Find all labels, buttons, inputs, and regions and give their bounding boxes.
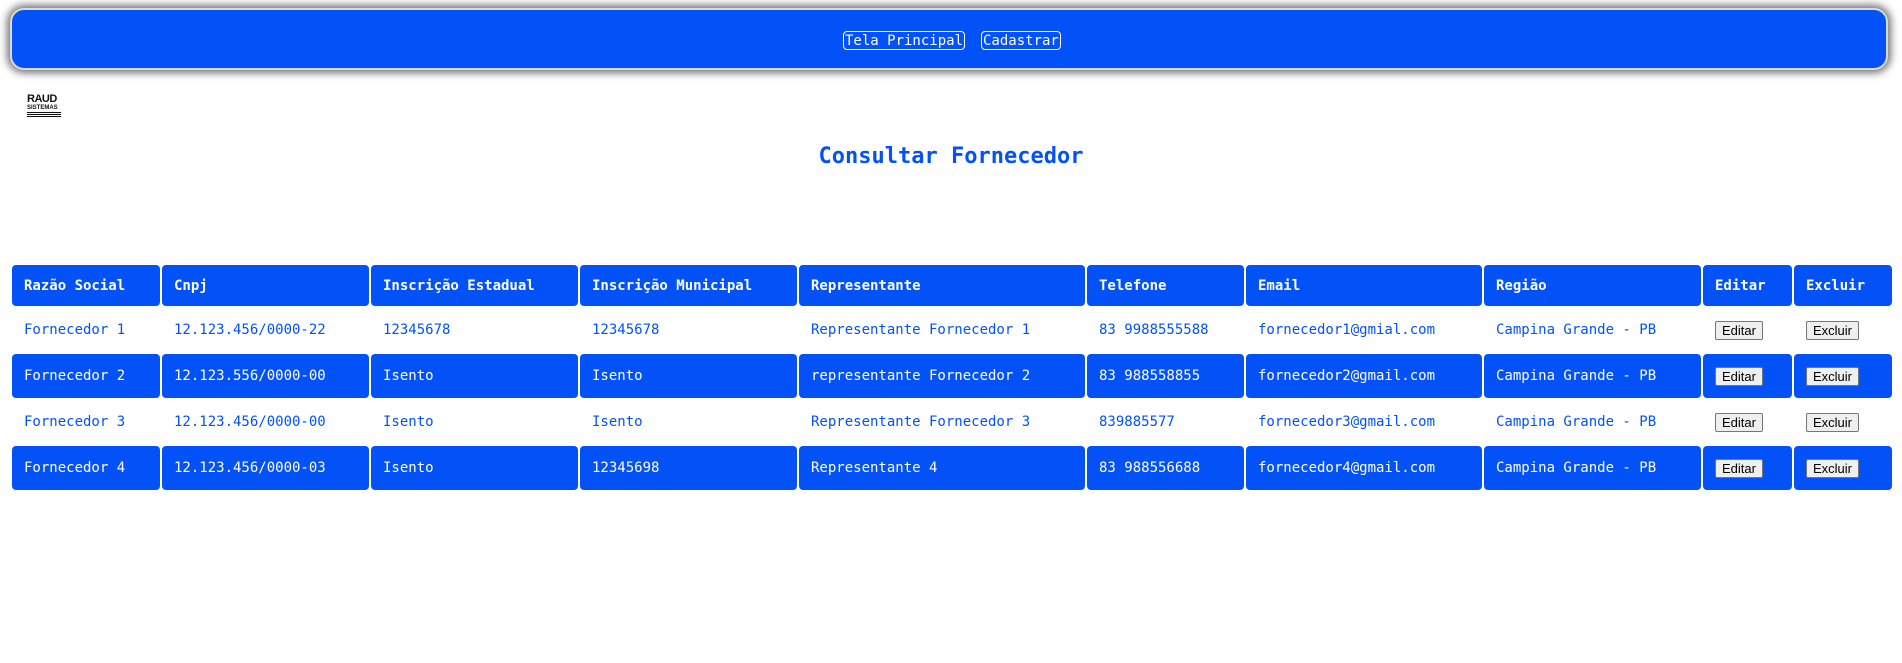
cell-representante: Representante Fornecedor 3 (799, 400, 1085, 444)
home-button[interactable]: Tela Principal (843, 31, 966, 50)
cell-inscricao-municipal: Isento (580, 400, 797, 444)
cell-razao-social: Fornecedor 3 (12, 400, 160, 444)
cell-telefone: 839885577 (1087, 400, 1244, 444)
cell-representante: Representante Fornecedor 1 (799, 308, 1085, 352)
col-header-editar: Editar (1703, 265, 1792, 306)
edit-button[interactable]: Editar (1715, 366, 1763, 386)
cell-telefone: 83 988556688 (1087, 446, 1244, 490)
cell-delete: Excluir (1794, 400, 1892, 444)
logo-text: RAUD (27, 93, 57, 105)
cell-edit: Editar (1703, 354, 1792, 398)
cell-edit: Editar (1703, 446, 1792, 490)
col-header-cnpj: Cnpj (162, 265, 369, 306)
table-row: Fornecedor 3 12.123.456/0000-00 Isento I… (12, 400, 1892, 444)
col-header-inscricao-municipal: Inscrição Municipal (580, 265, 797, 306)
company-logo: RAUD SISTEMAS (27, 94, 63, 120)
cell-inscricao-municipal: 12345678 (580, 308, 797, 352)
edit-button[interactable]: Editar (1715, 412, 1763, 432)
cell-regiao: Campina Grande - PB (1484, 446, 1701, 490)
cell-inscricao-municipal: 12345698 (580, 446, 797, 490)
table-header-row: Razão Social Cnpj Inscrição Estadual Ins… (12, 265, 1892, 306)
delete-button[interactable]: Excluir (1806, 458, 1860, 478)
table-row: Fornecedor 4 12.123.456/0000-03 Isento 1… (12, 446, 1892, 490)
table-row: Fornecedor 1 12.123.456/0000-22 12345678… (12, 308, 1892, 352)
cell-edit: Editar (1703, 308, 1792, 352)
cell-representante: Representante 4 (799, 446, 1085, 490)
cell-cnpj: 12.123.456/0000-00 (162, 400, 369, 444)
cell-delete: Excluir (1794, 354, 1892, 398)
delete-button[interactable]: Excluir (1806, 320, 1860, 340)
cell-inscricao-estadual: Isento (371, 400, 578, 444)
cell-cnpj: 12.123.456/0000-22 (162, 308, 369, 352)
col-header-excluir: Excluir (1794, 265, 1892, 306)
cell-razao-social: Fornecedor 1 (12, 308, 160, 352)
cell-inscricao-estadual: Isento (371, 354, 578, 398)
cell-representante: representante Fornecedor 2 (799, 354, 1085, 398)
delete-button[interactable]: Excluir (1806, 366, 1860, 386)
cell-razao-social: Fornecedor 4 (12, 446, 160, 490)
cell-email: fornecedor3@gmail.com (1246, 400, 1482, 444)
cell-edit: Editar (1703, 400, 1792, 444)
cell-cnpj: 12.123.556/0000-00 (162, 354, 369, 398)
cell-email: fornecedor2@gmail.com (1246, 354, 1482, 398)
top-nav-bar: Tela Principal Cadastrar (10, 8, 1888, 70)
col-header-razao-social: Razão Social (12, 265, 160, 306)
edit-button[interactable]: Editar (1715, 320, 1763, 340)
cell-email: fornecedor4@gmail.com (1246, 446, 1482, 490)
cell-telefone: 83 9988555588 (1087, 308, 1244, 352)
table-row: Fornecedor 2 12.123.556/0000-00 Isento I… (12, 354, 1892, 398)
cell-cnpj: 12.123.456/0000-03 (162, 446, 369, 490)
cell-inscricao-municipal: Isento (580, 354, 797, 398)
cell-telefone: 83 988558855 (1087, 354, 1244, 398)
edit-button[interactable]: Editar (1715, 458, 1763, 478)
register-button[interactable]: Cadastrar (981, 31, 1061, 50)
suppliers-table: Razão Social Cnpj Inscrição Estadual Ins… (10, 263, 1894, 492)
cell-email: fornecedor1@gmial.com (1246, 308, 1482, 352)
col-header-representante: Representante (799, 265, 1085, 306)
cell-regiao: Campina Grande - PB (1484, 354, 1701, 398)
col-header-inscricao-estadual: Inscrição Estadual (371, 265, 578, 306)
col-header-telefone: Telefone (1087, 265, 1244, 306)
cell-razao-social: Fornecedor 2 (12, 354, 160, 398)
col-header-email: Email (1246, 265, 1482, 306)
cell-inscricao-estadual: Isento (371, 446, 578, 490)
cell-regiao: Campina Grande - PB (1484, 400, 1701, 444)
logo-subtext: SISTEMAS (27, 105, 58, 111)
cell-regiao: Campina Grande - PB (1484, 308, 1701, 352)
delete-button[interactable]: Excluir (1806, 412, 1860, 432)
cell-inscricao-estadual: 12345678 (371, 308, 578, 352)
cell-delete: Excluir (1794, 446, 1892, 490)
page-title: Consultar Fornecedor (818, 144, 1084, 169)
cell-delete: Excluir (1794, 308, 1892, 352)
col-header-regiao: Região (1484, 265, 1701, 306)
